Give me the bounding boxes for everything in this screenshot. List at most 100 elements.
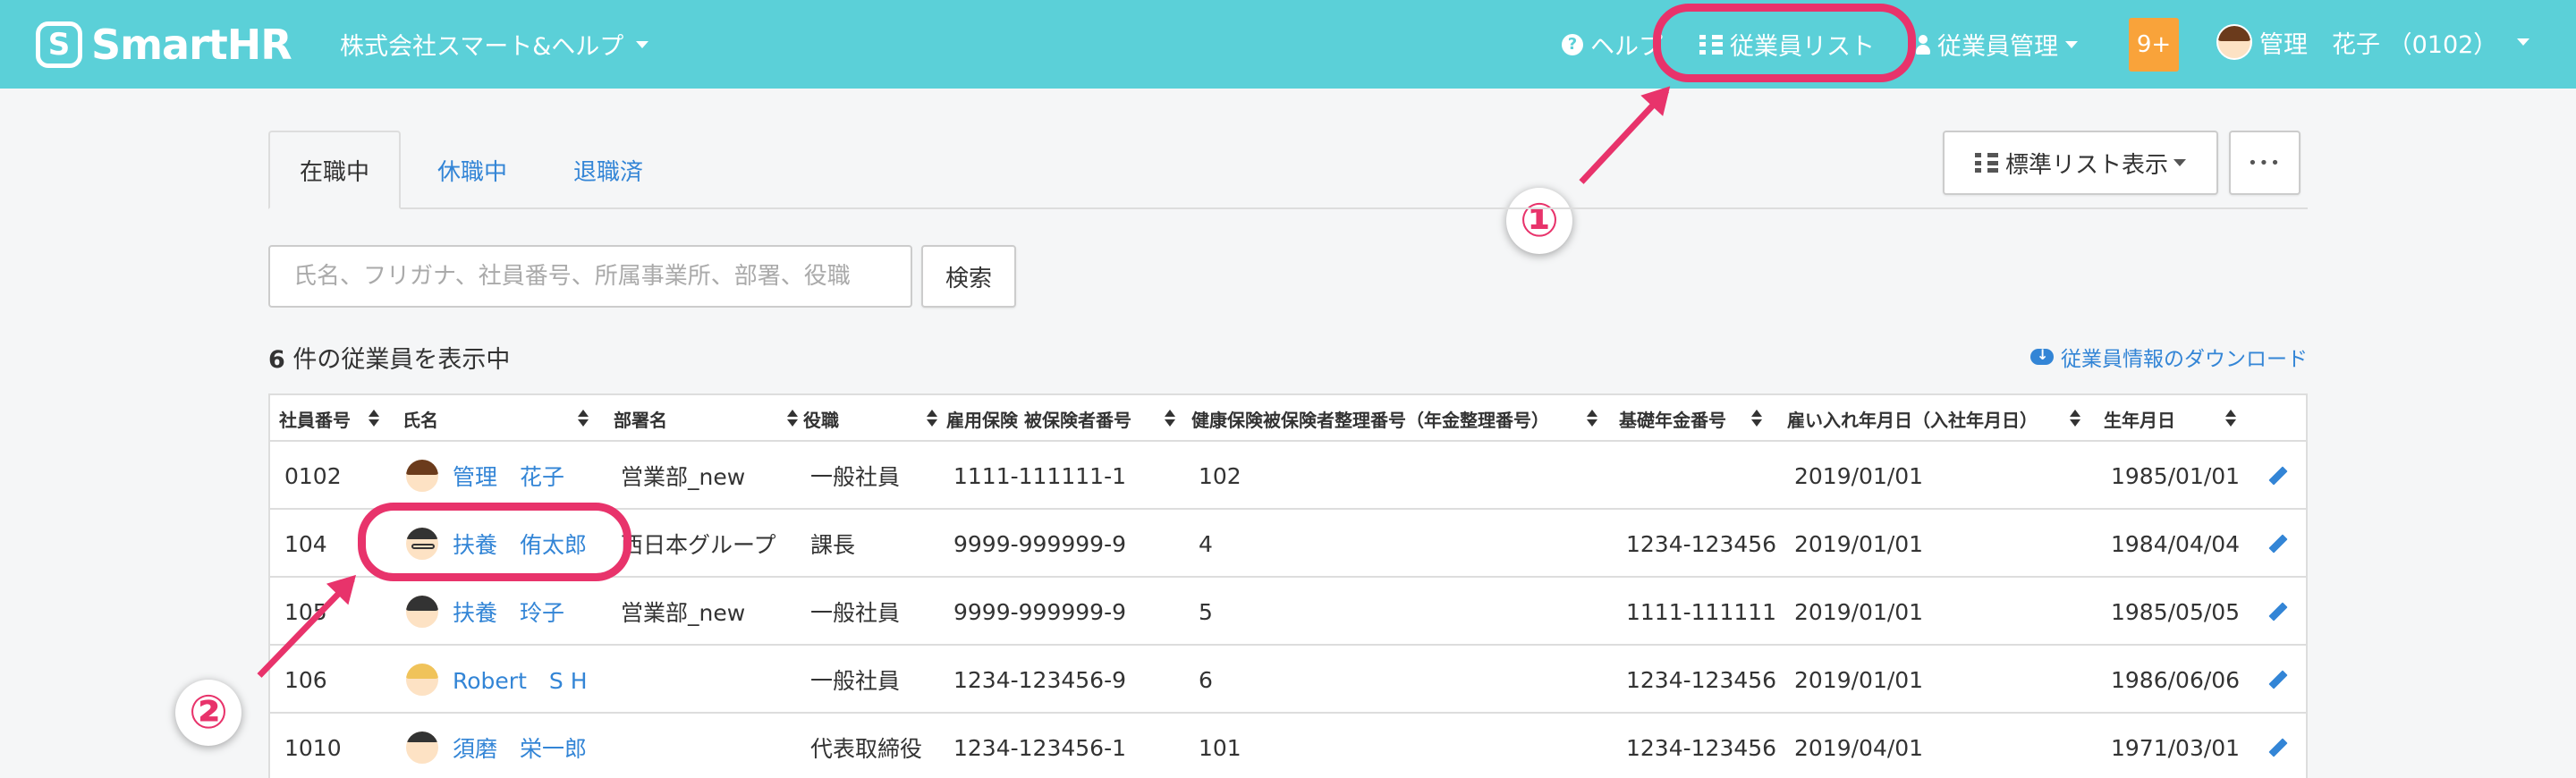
cell-pension: 1234-123456 xyxy=(1626,530,1777,557)
top-nav: S SmartHR 株式会社スマート&ヘルプ ? ヘルプ 従業員リスト 従業員管… xyxy=(0,0,2576,89)
cell-dept: 営業部_new xyxy=(621,464,746,490)
cell-employee-id: 0102 xyxy=(284,462,342,489)
column-header-name[interactable]: 氏名 xyxy=(402,395,438,442)
sort-icon[interactable] xyxy=(787,410,798,427)
company-name: 株式会社スマート&ヘルプ xyxy=(340,33,624,61)
logo-mark-icon: S xyxy=(36,21,82,68)
cell-hire-date: 2019/01/01 xyxy=(1794,462,1924,489)
tab-active[interactable]: 在職中 xyxy=(268,131,401,209)
cell-employment-insurance: 1234-123456-1 xyxy=(953,734,1127,761)
column-header-hire-date[interactable]: 雇い入れ年月日（入社年月日） xyxy=(1787,395,2038,442)
column-header-id[interactable]: 社員番号 xyxy=(279,395,351,442)
sort-icon[interactable] xyxy=(2070,410,2080,427)
cell-title: 一般社員 xyxy=(810,668,901,694)
cell-employee-name[interactable]: 管理 花子 xyxy=(453,442,564,510)
employee-table: 社員番号 氏名 部署名 役職 雇用保険 被保険者番号 健康保険被保険者整理番号（… xyxy=(268,393,2308,778)
avatar xyxy=(404,594,440,630)
view-select-button[interactable]: 標準リスト表示 xyxy=(1943,131,2218,195)
table-row: 1010 須磨 栄一郎 代表取締役 1234-123456-1 101 1234… xyxy=(270,714,2306,778)
more-options-button[interactable]: ••• xyxy=(2229,131,2301,195)
download-link[interactable]: 従業員情報のダウンロード xyxy=(2030,342,2308,372)
view-select-label: 標準リスト表示 xyxy=(2004,151,2168,179)
sort-icon[interactable] xyxy=(1165,410,1175,427)
question-icon: ? xyxy=(1562,33,1583,55)
cell-employee-name[interactable]: Robert S H xyxy=(453,646,588,714)
notification-badge[interactable]: 9+ xyxy=(2129,18,2179,72)
user-menu[interactable]: 管理 花子 （0102） xyxy=(2216,24,2530,60)
table-row: 105 扶養 玲子 営業部_new 一般社員 9999-999999-9 5 1… xyxy=(270,578,2306,646)
cell-pension: 1111-111111 xyxy=(1626,598,1777,625)
column-header-birth-date[interactable]: 生年月日 xyxy=(2104,395,2175,442)
cell-birth-date: 1985/01/01 xyxy=(2111,462,2241,489)
sort-icon[interactable] xyxy=(369,410,379,427)
list-icon xyxy=(1974,153,1998,173)
cell-birth-date: 1986/06/06 xyxy=(2111,666,2241,693)
cell-dept: 西日本グループ xyxy=(621,532,776,558)
cell-dept: 営業部_new xyxy=(621,600,746,626)
cell-employment-insurance: 1234-123456-9 xyxy=(953,666,1127,693)
chevron-down-icon xyxy=(636,40,649,48)
pencil-icon[interactable] xyxy=(2267,737,2288,758)
avatar xyxy=(404,458,440,494)
cell-title: 一般社員 xyxy=(810,600,901,626)
result-count-number: 6 xyxy=(268,346,285,374)
tab-retired[interactable]: 退職済 xyxy=(546,131,671,209)
user-name: 管理 花子 （0102） xyxy=(2259,30,2498,59)
avatar xyxy=(404,730,440,765)
cell-health-insurance: 5 xyxy=(1199,598,1213,625)
highlight-ring-employee-list xyxy=(1653,4,1916,82)
cell-health-insurance: 6 xyxy=(1199,666,1213,693)
cell-birth-date: 1985/05/05 xyxy=(2111,598,2241,625)
cell-birth-date: 1971/03/01 xyxy=(2111,734,2241,761)
cell-health-insurance: 101 xyxy=(1199,734,1241,761)
employee-manage-label: 従業員管理 xyxy=(1937,33,2058,61)
annotation-number-2: ② xyxy=(175,680,242,746)
table-header: 社員番号 氏名 部署名 役職 雇用保険 被保険者番号 健康保険被保険者整理番号（… xyxy=(270,395,2306,442)
sort-icon[interactable] xyxy=(927,410,937,427)
column-header-title[interactable]: 役職 xyxy=(803,395,839,442)
cloud-download-icon xyxy=(2030,346,2054,365)
highlight-ring-employee-name xyxy=(358,503,631,581)
cell-hire-date: 2019/01/01 xyxy=(1794,666,1924,693)
chevron-down-icon xyxy=(2174,159,2186,166)
search-input[interactable] xyxy=(268,245,912,308)
cell-pension: 1234-123456 xyxy=(1626,666,1777,693)
sort-icon[interactable] xyxy=(578,410,589,427)
cell-employee-id: 1010 xyxy=(284,734,342,761)
company-selector[interactable]: 株式会社スマート&ヘルプ xyxy=(340,27,649,62)
cell-health-insurance: 102 xyxy=(1199,462,1241,489)
search-button[interactable]: 検索 xyxy=(921,245,1016,308)
column-header-employment-insurance[interactable]: 雇用保険 被保険者番号 xyxy=(946,395,1131,442)
sort-icon[interactable] xyxy=(2225,410,2236,427)
sort-icon[interactable] xyxy=(1587,410,1597,427)
cell-title: 一般社員 xyxy=(810,464,901,490)
tab-leave[interactable]: 休職中 xyxy=(410,131,535,209)
pencil-icon[interactable] xyxy=(2267,669,2288,690)
cell-birth-date: 1984/04/04 xyxy=(2111,530,2241,557)
cell-employee-id: 104 xyxy=(284,530,327,557)
pencil-icon[interactable] xyxy=(2267,533,2288,554)
table-row: 0102 管理 花子 営業部_new 一般社員 1111-111111-1 10… xyxy=(270,442,2306,510)
cell-employment-insurance: 9999-999999-9 xyxy=(953,598,1127,625)
logo-text: SmartHR xyxy=(91,21,292,69)
employee-manage-menu[interactable]: 従業員管理 xyxy=(1916,27,2078,62)
cell-health-insurance: 4 xyxy=(1199,530,1213,557)
column-header-pension[interactable]: 基礎年金番号 xyxy=(1619,395,1726,442)
pencil-icon[interactable] xyxy=(2267,465,2288,486)
cell-employee-name[interactable]: 扶養 玲子 xyxy=(453,578,564,646)
sort-icon[interactable] xyxy=(1751,410,1762,427)
cell-employee-id: 106 xyxy=(284,666,327,693)
cell-employment-insurance: 9999-999999-9 xyxy=(953,530,1127,557)
chevron-down-icon xyxy=(2065,40,2078,48)
cell-title: 代表取締役 xyxy=(810,736,923,762)
cell-employee-name[interactable]: 須磨 栄一郎 xyxy=(453,714,587,778)
table-row: 106 Robert S H 一般社員 1234-123456-9 6 1234… xyxy=(270,646,2306,714)
result-count: 6 件の従業員を表示中 xyxy=(268,340,510,375)
column-header-health-insurance[interactable]: 健康保険被保険者整理番号（年金整理番号） xyxy=(1191,395,1549,442)
column-header-dept[interactable]: 部署名 xyxy=(614,395,667,442)
download-label: 従業員情報のダウンロード xyxy=(2061,348,2308,371)
pencil-icon[interactable] xyxy=(2267,601,2288,622)
help-link[interactable]: ? ヘルプ xyxy=(1562,27,1663,62)
cell-pension: 1234-123456 xyxy=(1626,734,1777,761)
smarthr-logo[interactable]: S SmartHR xyxy=(36,20,292,70)
